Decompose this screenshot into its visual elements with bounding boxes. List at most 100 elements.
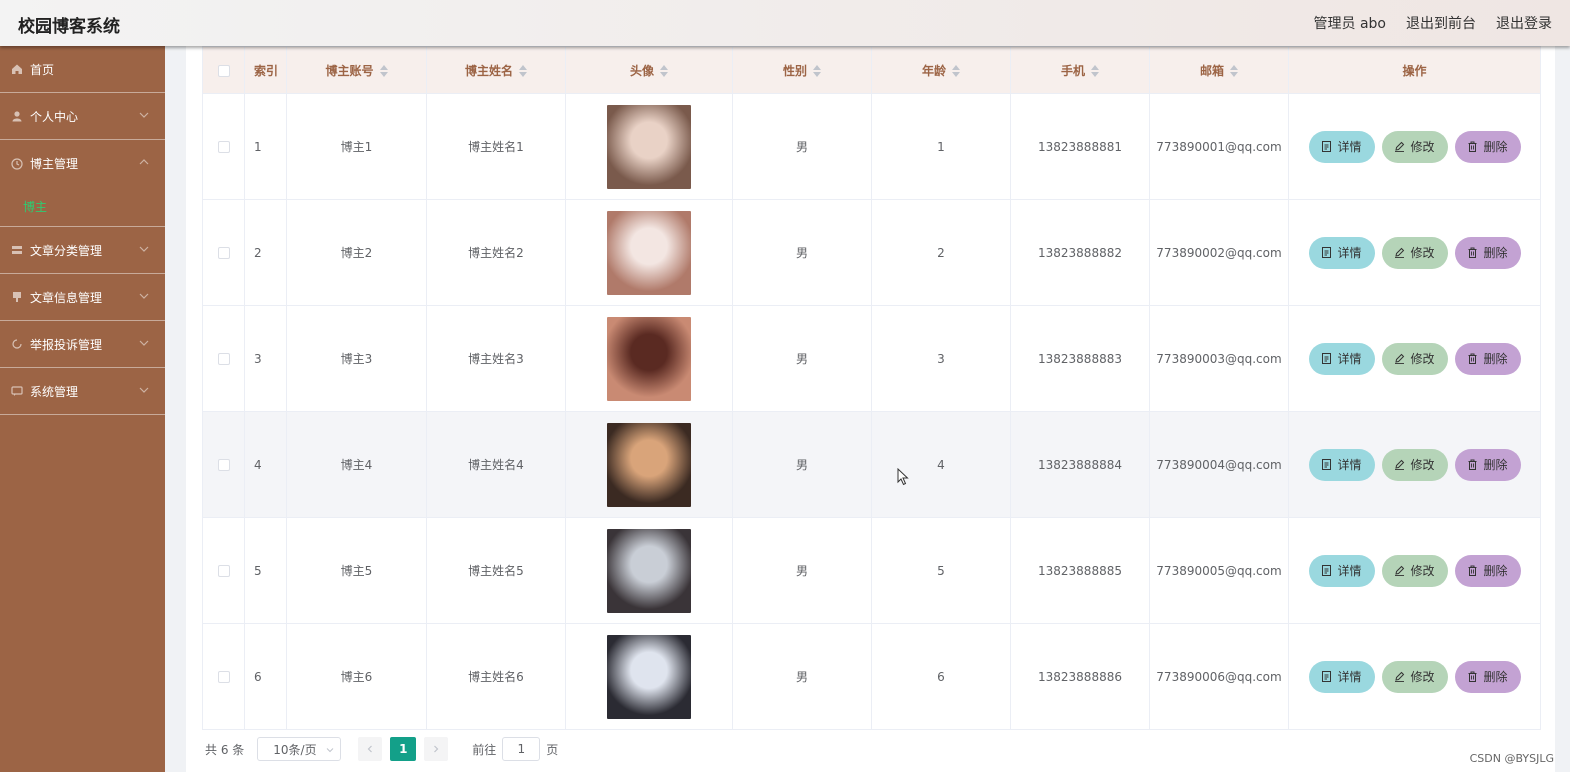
edit-icon — [1395, 459, 1405, 470]
gender-cell: 男 — [732, 93, 872, 200]
row-select-cell[interactable] — [202, 517, 245, 624]
column-header-email[interactable]: 邮箱 — [1149, 46, 1289, 94]
sidebar-item-label: 博主管理 — [30, 157, 79, 171]
detail-label: 详情 — [1337, 564, 1362, 578]
total-count: 共 6 条 — [205, 742, 245, 757]
row-select-cell[interactable] — [202, 623, 245, 730]
sidebar-item-personal[interactable]: 个人中心 — [0, 93, 165, 140]
row-checkbox[interactable] — [217, 565, 230, 577]
row-checkbox[interactable] — [217, 671, 230, 683]
row-select-cell[interactable] — [202, 305, 245, 412]
edit-icon — [1395, 247, 1405, 258]
edit-button[interactable]: 修改 — [1381, 660, 1448, 693]
table-header-row: 索引 博主账号 博主姓名 头像 性别 年龄 手机 邮箱 操作 — [202, 46, 1541, 94]
actions-cell: 详情 修改 删除 — [1288, 199, 1541, 306]
sort-icon[interactable] — [1091, 65, 1099, 77]
row-checkbox[interactable] — [217, 141, 230, 153]
edit-label: 修改 — [1410, 458, 1435, 472]
edit-label: 修改 — [1410, 140, 1435, 154]
column-header-phone[interactable]: 手机 — [1010, 46, 1150, 94]
page-number-current[interactable]: 1 — [390, 737, 417, 761]
goto-page-input[interactable]: 1 — [502, 737, 541, 761]
watermark: CSDN @BYSJLG — [1469, 752, 1554, 765]
delete-button[interactable]: 删除 — [1454, 130, 1521, 163]
edit-icon — [1395, 141, 1405, 152]
column-header-gender[interactable]: 性别 — [732, 46, 872, 94]
delete-button[interactable]: 删除 — [1454, 660, 1521, 693]
email-cell: 773890001@qq.com — [1149, 93, 1289, 200]
row-select-cell[interactable] — [202, 93, 245, 200]
delete-button[interactable]: 删除 — [1454, 448, 1521, 481]
detail-button[interactable]: 详情 — [1308, 342, 1375, 375]
select-all-cell[interactable] — [202, 46, 245, 94]
delete-button[interactable]: 删除 — [1454, 342, 1521, 375]
chevron-down-icon — [139, 340, 149, 346]
sidebar-item-article-category[interactable]: 文章分类管理 — [0, 227, 165, 274]
avatar-cell — [565, 93, 733, 200]
detail-button[interactable]: 详情 — [1308, 448, 1375, 481]
age-cell: 6 — [871, 623, 1011, 730]
logout-link[interactable]: 退出登录 — [1496, 13, 1552, 33]
prev-page-button[interactable] — [358, 737, 383, 761]
chevron-down-icon — [139, 112, 149, 118]
detail-button[interactable]: 详情 — [1308, 660, 1375, 693]
row-select-cell[interactable] — [202, 199, 245, 306]
sidebar-item-blogger-manage[interactable]: 博主管理 — [0, 140, 165, 187]
row-checkbox[interactable] — [217, 247, 230, 259]
edit-button[interactable]: 修改 — [1381, 130, 1448, 163]
row-select-cell[interactable] — [202, 411, 245, 518]
column-header-avatar[interactable]: 头像 — [565, 46, 733, 94]
trash-icon — [1468, 353, 1477, 364]
document-icon — [1322, 353, 1332, 364]
delete-button[interactable]: 删除 — [1454, 554, 1521, 587]
column-header-age[interactable]: 年龄 — [871, 46, 1011, 94]
sort-icon[interactable] — [379, 65, 388, 77]
edit-icon — [1395, 353, 1405, 364]
gender-cell: 男 — [732, 199, 872, 306]
sidebar-item-label: 文章信息管理 — [30, 290, 103, 305]
sort-icon[interactable] — [813, 65, 821, 77]
phone-cell: 13823888886 — [1010, 623, 1150, 730]
phone-cell: 13823888884 — [1010, 411, 1150, 518]
table-row: 6 博主6 博主姓名6 男 6 13823888886 773890006@qq.com 详情… — [202, 623, 1541, 730]
name-cell: 博主姓名2 — [426, 199, 566, 306]
delete-label: 删除 — [1483, 140, 1508, 154]
column-header-account[interactable]: 博主账号 — [286, 46, 427, 94]
sidebar-item-system[interactable]: 系统管理 — [0, 368, 165, 415]
select-all-checkbox[interactable] — [217, 64, 230, 77]
account-cell: 博主4 — [286, 411, 427, 518]
main-content: 索引 博主账号 博主姓名 头像 性别 年龄 手机 邮箱 操作 1 博主1 博主姓名 1… — [186, 46, 1555, 772]
delete-button[interactable]: 删除 — [1454, 236, 1521, 269]
sidebar-item-article-info[interactable]: 文章信息管理 — [0, 274, 165, 321]
index-cell: 3 — [244, 305, 287, 412]
sort-icon[interactable] — [1230, 65, 1238, 77]
gender-cell: 男 — [732, 623, 872, 730]
row-checkbox[interactable] — [217, 353, 230, 365]
sidebar-subitem-blogger[interactable]: 博主 — [0, 187, 165, 227]
sidebar-item-report[interactable]: 举报投诉管理 — [0, 321, 165, 368]
sort-icon[interactable] — [952, 65, 960, 77]
edit-button[interactable]: 修改 — [1381, 554, 1448, 587]
email-cell: 773890006@qq.com — [1149, 623, 1289, 730]
edit-button[interactable]: 修改 — [1381, 342, 1448, 375]
next-page-button[interactable] — [424, 737, 449, 761]
sort-icon[interactable] — [519, 65, 527, 77]
age-cell: 2 — [871, 199, 1011, 306]
sort-icon[interactable] — [660, 65, 668, 77]
phone-cell: 13823888885 — [1010, 517, 1150, 624]
pagination: 共 6 条 10条/页 1 前往 1 页 — [205, 737, 558, 761]
page-size-select[interactable]: 10条/页 — [257, 737, 342, 761]
sidebar-item-home[interactable]: 首页 — [0, 46, 165, 93]
age-cell: 4 — [871, 411, 1011, 518]
edit-button[interactable]: 修改 — [1381, 448, 1448, 481]
detail-button[interactable]: 详情 — [1308, 554, 1375, 587]
to-front-link[interactable]: 退出到前台 — [1406, 13, 1476, 33]
detail-button[interactable]: 详情 — [1308, 130, 1375, 163]
edit-button[interactable]: 修改 — [1381, 236, 1448, 269]
column-header-label: 年龄 — [921, 63, 946, 78]
account-cell: 博主1 — [286, 93, 427, 200]
document-icon — [10, 291, 23, 304]
column-header-name[interactable]: 博主姓名 — [426, 46, 566, 94]
detail-button[interactable]: 详情 — [1308, 236, 1375, 269]
row-checkbox[interactable] — [217, 459, 230, 471]
